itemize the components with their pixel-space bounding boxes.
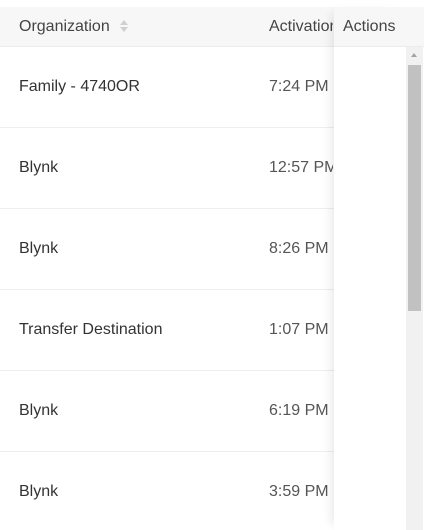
organization-cell: Blynk: [19, 240, 59, 257]
activation-cell: 8:26 PM D: [269, 240, 333, 257]
activation-cell: 12:57 PM: [269, 159, 333, 176]
column-header-actions-label: Actions: [343, 18, 396, 35]
organization-cell: Blynk: [19, 483, 59, 500]
sort-ascending-icon: [119, 19, 128, 25]
organization-cell: Transfer Destination: [19, 321, 163, 338]
column-header-organization[interactable]: Organization: [19, 7, 259, 46]
organization-cell: Blynk: [19, 402, 59, 419]
sort-icon[interactable]: [119, 19, 129, 33]
column-header-actions: Actions: [334, 7, 406, 47]
organizations-table: Organization Activation Family - 4740OR …: [0, 0, 448, 530]
organization-cell: Family - 4740OR: [19, 78, 140, 95]
column-header-organization-label: Organization: [19, 18, 110, 35]
activation-cell: 3:59 PM N: [269, 483, 333, 500]
right-gutter: [424, 7, 448, 530]
activation-cell: 6:19 PM J: [269, 402, 333, 419]
activation-cell: 1:07 PM O: [269, 321, 333, 338]
sort-descending-icon: [119, 26, 128, 32]
scroll-up-arrow-icon[interactable]: [411, 53, 417, 57]
column-header-activation-label: Activation: [269, 18, 333, 35]
column-header-activation[interactable]: Activation: [269, 7, 333, 46]
actions-column: Actions: [334, 7, 406, 530]
organization-cell: Blynk: [19, 159, 59, 176]
activation-cell: 7:24 PM M: [269, 78, 333, 95]
scrollbar-thumb[interactable]: [408, 65, 421, 311]
vertical-scrollbar[interactable]: [406, 47, 423, 530]
